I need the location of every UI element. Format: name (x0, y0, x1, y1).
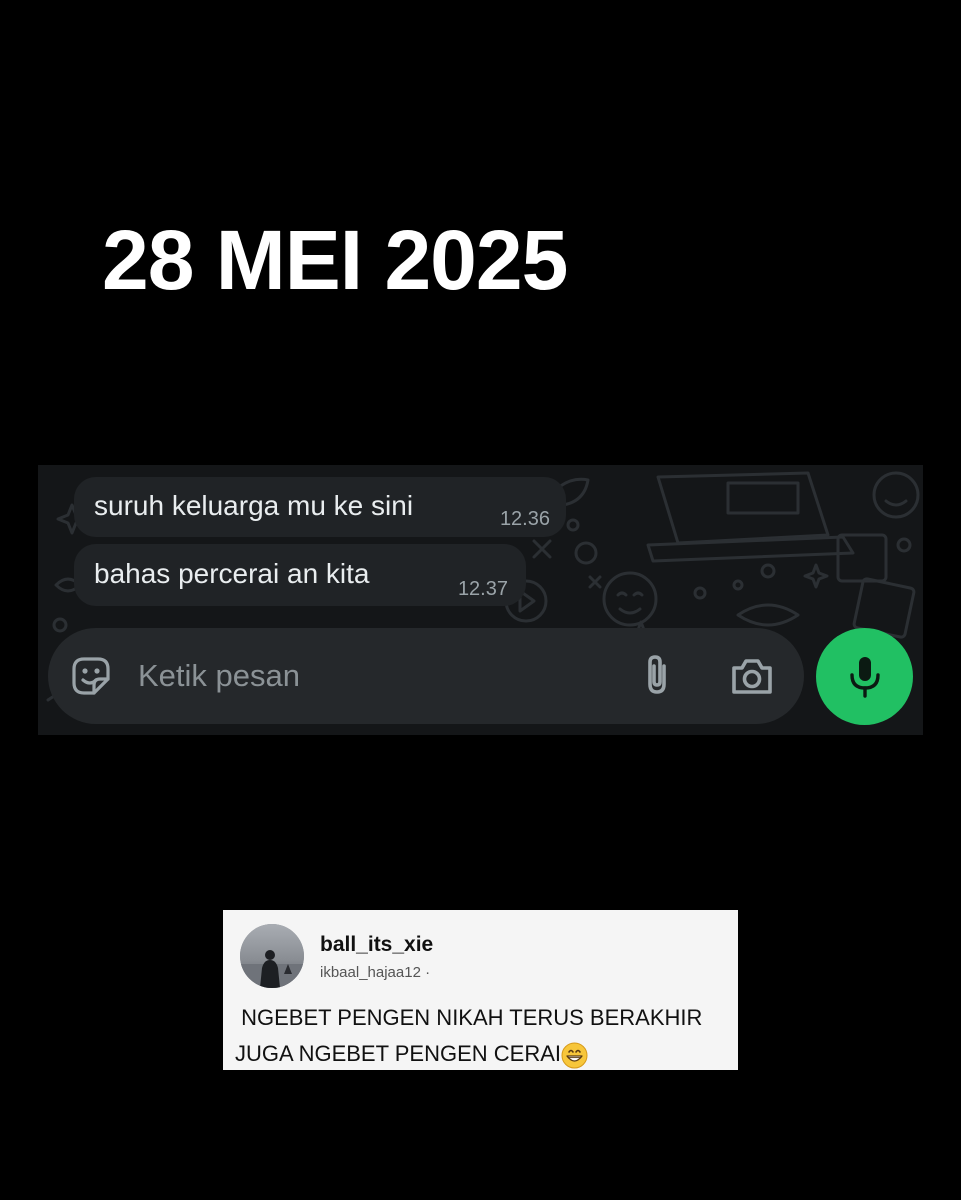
message-time: 12.37 (457, 578, 508, 600)
camera-icon[interactable] (730, 656, 774, 696)
comment-text: NGEBET PENGEN NIKAH TERUS BERAKHIR JUGA … (235, 1000, 730, 1072)
message-composer (48, 628, 804, 724)
comment-text-line-with-emoji: JUGA NGEBET PENGEN CERAI (235, 1036, 730, 1072)
message-input[interactable] (138, 656, 618, 696)
message-text: bahas percerai an kita (94, 558, 370, 589)
avatar-image (240, 924, 304, 988)
message-text: suruh keluarga mu ke sini (94, 490, 414, 521)
message-bubble[interactable]: suruh keluarga mu ke sini 12.36 (74, 477, 566, 537)
avatar[interactable] (240, 924, 304, 988)
comment-text-line: NGEBET PENGEN NIKAH TERUS BERAKHIR (235, 1005, 703, 1030)
comment-username[interactable]: ball_its_xie (320, 933, 433, 957)
chat-panel: suruh keluarga mu ke sini 12.36 bahas pe… (38, 465, 923, 735)
date-title: 28 MEI 2025 (102, 213, 568, 307)
sticker-icon[interactable] (70, 655, 112, 697)
comment-handle: ikbaal_hajaa12 · (320, 964, 431, 981)
message-time: 12.36 (499, 508, 550, 530)
microphone-button[interactable] (816, 628, 913, 725)
grinning-face-emoji (561, 1042, 588, 1069)
paperclip-icon[interactable] (640, 652, 674, 698)
message-bubble[interactable]: bahas percerai an kita 12.37 (74, 544, 526, 606)
comment-card: ball_its_xie ikbaal_hajaa12 · NGEBET PEN… (223, 910, 738, 1070)
comment-text-line: JUGA NGEBET PENGEN CERAI (235, 1041, 562, 1066)
microphone-icon (850, 657, 880, 698)
